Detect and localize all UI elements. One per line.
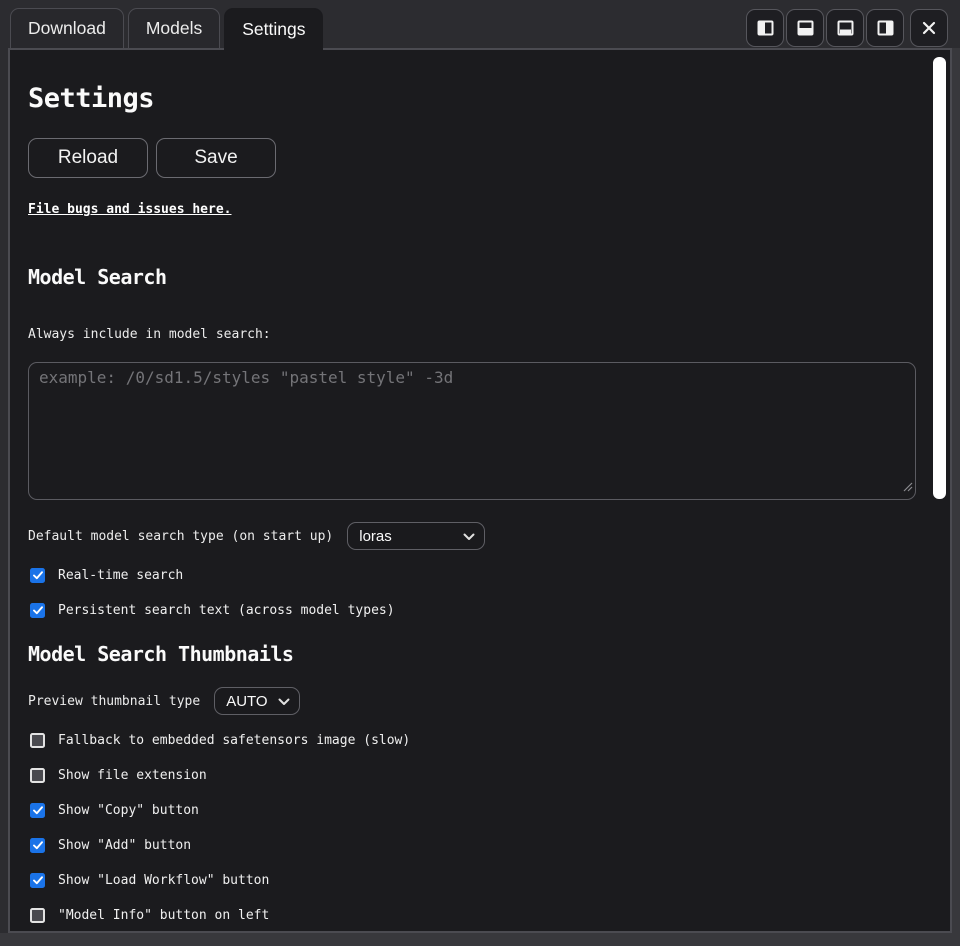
action-button-row: Reload Save	[28, 138, 910, 178]
thumbnails-heading: Model Search Thumbnails	[28, 642, 910, 666]
tab-settings[interactable]: Settings	[224, 8, 323, 50]
show-file-extension-checkbox[interactable]	[30, 768, 45, 783]
file-bugs-link[interactable]: File bugs and issues here.	[28, 202, 232, 217]
select-value: AUTO	[226, 693, 267, 710]
realtime-search-checkbox[interactable]	[30, 568, 45, 583]
dock-left-button[interactable]	[746, 9, 784, 47]
tab-models[interactable]: Models	[128, 8, 220, 48]
model-info-left-checkbox[interactable]	[30, 908, 45, 923]
fallback-safetensors-checkbox[interactable]	[30, 733, 45, 748]
checkbox-row: Show "Add" button	[28, 838, 910, 853]
page-title: Settings	[28, 83, 910, 114]
default-search-type-label: Default model search type (on start up)	[28, 529, 333, 544]
window-controls	[746, 9, 948, 47]
reload-button[interactable]: Reload	[28, 138, 148, 178]
checkbox-label[interactable]: Show "Copy" button	[58, 803, 199, 818]
bottom-gutter	[0, 933, 960, 946]
checkbox-row: Real-time search	[28, 568, 910, 583]
checkbox-label[interactable]: Show "Load Workflow" button	[58, 873, 269, 888]
show-add-button-checkbox[interactable]	[30, 838, 45, 853]
dock-top-button[interactable]	[786, 9, 824, 47]
checkbox-label[interactable]: "Model Info" button on left	[58, 908, 269, 923]
right-gutter	[952, 48, 960, 946]
tab-download[interactable]: Download	[10, 8, 124, 48]
panel-top-icon	[797, 20, 814, 36]
search-include-textarea[interactable]	[28, 362, 916, 500]
dock-bottom-button[interactable]	[826, 9, 864, 47]
show-copy-button-checkbox[interactable]	[30, 803, 45, 818]
dock-right-button[interactable]	[866, 9, 904, 47]
chevron-down-icon	[463, 528, 475, 545]
checkbox-label[interactable]: Show "Add" button	[58, 838, 191, 853]
panel-bottom-icon	[837, 20, 854, 36]
checkbox-row: Show "Load Workflow" button	[28, 873, 910, 888]
preview-thumbnail-label: Preview thumbnail type	[28, 694, 200, 709]
vertical-scrollbar-thumb[interactable]	[933, 57, 946, 499]
checkbox-row: Show "Copy" button	[28, 803, 910, 818]
settings-content: Settings Reload Save File bugs and issue…	[10, 50, 950, 933]
checkbox-row: Persistent search text (across model typ…	[28, 603, 910, 618]
model-search-heading: Model Search	[28, 265, 910, 289]
checkbox-label[interactable]: Real-time search	[58, 568, 183, 583]
preview-thumbnail-select[interactable]: AUTO	[214, 687, 299, 715]
checkbox-row: Show file extension	[28, 768, 910, 783]
default-search-type-select[interactable]: loras	[347, 522, 485, 550]
select-value: loras	[359, 528, 392, 545]
panel-left-icon	[757, 20, 774, 36]
checkbox-label[interactable]: Persistent search text (across model typ…	[58, 603, 395, 618]
checkbox-label[interactable]: Show file extension	[58, 768, 207, 783]
settings-panel: Settings Reload Save File bugs and issue…	[8, 48, 952, 933]
persistent-search-checkbox[interactable]	[30, 603, 45, 618]
preview-thumbnail-row: Preview thumbnail type AUTO	[28, 687, 910, 715]
show-load-workflow-checkbox[interactable]	[30, 873, 45, 888]
panel-right-icon	[877, 20, 894, 36]
close-icon	[921, 20, 937, 36]
chevron-down-icon	[278, 693, 290, 710]
search-include-wrap	[28, 362, 916, 500]
checkbox-row: Fallback to embedded safetensors image (…	[28, 733, 910, 748]
tab-bar: Download Models Settings	[10, 8, 323, 48]
save-button[interactable]: Save	[156, 138, 276, 178]
checkbox-label[interactable]: Fallback to embedded safetensors image (…	[58, 733, 410, 748]
always-include-label: Always include in model search:	[28, 327, 910, 342]
default-search-type-row: Default model search type (on start up) …	[28, 522, 910, 550]
close-button[interactable]	[910, 9, 948, 47]
checkbox-row: "Model Info" button on left	[28, 908, 910, 923]
